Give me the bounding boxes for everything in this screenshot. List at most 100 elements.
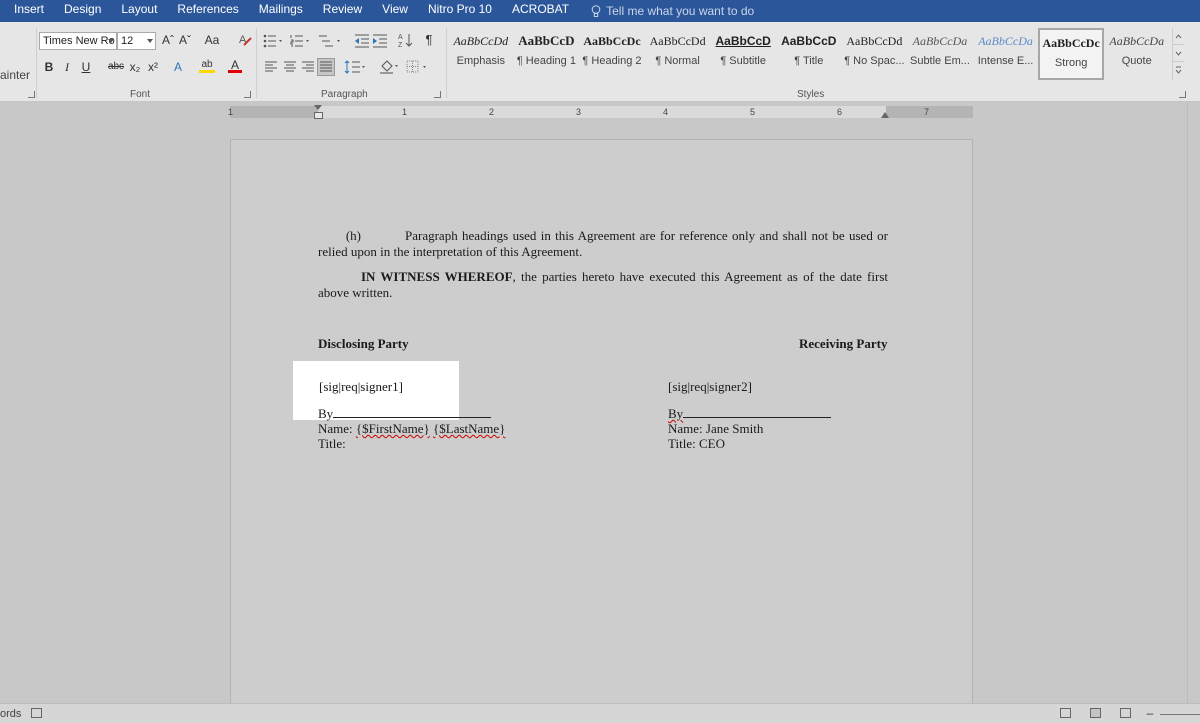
tab-mailings[interactable]: Mailings — [249, 0, 313, 22]
style-title[interactable]: AaBbCcD ¶ Title — [776, 28, 842, 80]
bold-button[interactable]: B — [42, 59, 56, 77]
tab-references[interactable]: References — [167, 0, 248, 22]
first-line-indent-marker[interactable] — [314, 105, 322, 110]
shrink-font-button[interactable]: Aˇ — [178, 32, 192, 50]
tab-acrobat[interactable]: ACROBAT — [502, 0, 579, 22]
tab-insert[interactable]: Insert — [0, 0, 54, 22]
underline-button[interactable]: U — [79, 59, 93, 77]
font-size-dropdown[interactable]: 12 — [117, 32, 156, 50]
clipboard-launcher-icon[interactable] — [28, 91, 35, 98]
highlight-color-button[interactable]: ab — [199, 57, 215, 73]
strikethrough-button[interactable]: abc — [106, 59, 126, 77]
style-preview: AaBbCcDa — [1109, 34, 1165, 48]
web-layout-icon[interactable] — [1120, 708, 1131, 718]
bullet-list-icon — [263, 34, 282, 48]
left-indent-marker[interactable] — [314, 112, 323, 119]
justify-button[interactable] — [317, 58, 335, 76]
format-painter-label[interactable]: ainter — [0, 68, 30, 82]
numbered-list-icon — [290, 35, 309, 47]
word-count[interactable]: ords — [0, 708, 21, 720]
font-launcher-icon[interactable] — [244, 91, 251, 98]
line-spacing-button[interactable] — [344, 60, 368, 74]
style-quote[interactable]: AaBbCcDa Quote — [1104, 28, 1170, 80]
styles-launcher-icon[interactable] — [1179, 91, 1186, 98]
witness-paragraph: IN WITNESS WHEREOF, the parties hereto h… — [318, 269, 888, 301]
font-name-dropdown[interactable]: Times New Ro — [39, 32, 117, 50]
ruler-number: 2 — [489, 107, 495, 117]
tab-review[interactable]: Review — [313, 0, 372, 22]
style-name: ¶ Heading 2 — [582, 55, 642, 67]
zoom-out-button[interactable]: – — [1145, 705, 1155, 723]
tab-view[interactable]: View — [372, 0, 418, 22]
styles-scroll[interactable] — [1172, 28, 1184, 80]
signature-line — [333, 406, 492, 418]
text-effects-button[interactable]: A — [171, 59, 185, 77]
borders-icon — [406, 60, 426, 73]
decrease-indent-button[interactable] — [354, 34, 370, 48]
style-name: Quote — [1121, 55, 1152, 67]
show-formatting-button[interactable]: ¶ — [423, 32, 435, 50]
style-heading-1[interactable]: AaBbCcD ¶ Heading 1 — [514, 28, 580, 80]
horizontal-ruler[interactable]: 1 1 2 3 4 5 6 7 — [228, 105, 973, 119]
eraser-icon: A — [239, 34, 252, 46]
sort-button[interactable]: AZ — [398, 32, 414, 49]
italic-button[interactable]: I — [60, 59, 74, 77]
grow-font-button[interactable]: Aˆ — [161, 32, 175, 50]
style-preview: AaBbCcDd — [846, 34, 903, 48]
svg-text:A: A — [398, 34, 403, 41]
tab-nitro-pro[interactable]: Nitro Pro 10 — [418, 0, 502, 22]
style-emphasis[interactable]: AaBbCcDd Emphasis — [448, 28, 514, 80]
signer2-name: Name: Jane Smith — [668, 421, 764, 436]
align-right-icon — [302, 61, 314, 72]
borders-button[interactable] — [406, 60, 432, 74]
style-subtle-emphasis[interactable]: AaBbCcDa Subtle Em... — [907, 28, 973, 80]
style-preview: AaBbCcDc — [583, 34, 641, 48]
ruler-number: 1 — [402, 107, 408, 117]
paragraph-launcher-icon[interactable] — [434, 91, 441, 98]
bullets-button[interactable] — [263, 34, 285, 48]
clear-formatting-button[interactable]: A — [238, 32, 252, 50]
ruler-number: 7 — [924, 107, 930, 117]
proofing-icon[interactable] — [31, 708, 42, 718]
change-case-button[interactable]: Aa — [201, 32, 223, 50]
scroll-up-icon[interactable] — [1173, 28, 1184, 45]
shading-button[interactable] — [379, 59, 401, 75]
align-center-button[interactable] — [283, 61, 297, 73]
right-indent-marker[interactable] — [881, 112, 889, 118]
tab-design[interactable]: Design — [54, 0, 111, 22]
style-preview: AaBbCcD — [781, 34, 837, 48]
font-color-button[interactable]: A — [228, 57, 242, 73]
style-name: Strong — [1054, 57, 1088, 69]
superscript-button[interactable]: x² — [145, 59, 161, 77]
align-left-button[interactable] — [264, 61, 278, 73]
signer1-by-line: By — [318, 406, 492, 422]
scroll-down-icon[interactable] — [1173, 45, 1184, 62]
style-name: ¶ Heading 1 — [516, 55, 576, 67]
style-no-spacing[interactable]: AaBbCcDd ¶ No Spac... — [842, 28, 908, 80]
tell-me-search[interactable]: Tell me what you want to do — [579, 4, 754, 18]
numbering-button[interactable] — [290, 34, 312, 48]
signer2-title: Title: CEO — [668, 436, 725, 451]
document-page[interactable]: (h) Paragraph headings used in this Agree… — [230, 139, 973, 723]
multilevel-list-button[interactable] — [318, 34, 344, 48]
more-styles-icon[interactable] — [1173, 62, 1184, 79]
tab-layout[interactable]: Layout — [111, 0, 167, 22]
style-strong[interactable]: AaBbCcDc Strong — [1038, 28, 1104, 80]
ruler-number: 5 — [750, 107, 756, 117]
chevron-down-icon — [147, 39, 153, 43]
align-right-button[interactable] — [301, 61, 315, 73]
read-mode-icon[interactable] — [1060, 708, 1071, 718]
subscript-button[interactable]: x₂ — [127, 59, 143, 77]
style-heading-2[interactable]: AaBbCcDc ¶ Heading 2 — [579, 28, 645, 80]
print-layout-icon[interactable] — [1090, 708, 1101, 718]
signer2-tag: [sig|req|signer2] — [668, 379, 752, 394]
first-name-merge-field: {$FirstName} — [355, 421, 430, 436]
style-name: ¶ Normal — [655, 55, 700, 67]
font-group-label: Font — [130, 89, 151, 100]
increase-indent-button[interactable] — [372, 34, 388, 48]
justify-icon — [320, 61, 332, 72]
style-subtitle[interactable]: AaBbCcD ¶ Subtitle — [710, 28, 776, 80]
style-intense-emphasis[interactable]: AaBbCcDa Intense E... — [973, 28, 1039, 80]
style-normal[interactable]: AaBbCcDd ¶ Normal — [645, 28, 711, 80]
zoom-slider[interactable] — [1160, 714, 1200, 715]
